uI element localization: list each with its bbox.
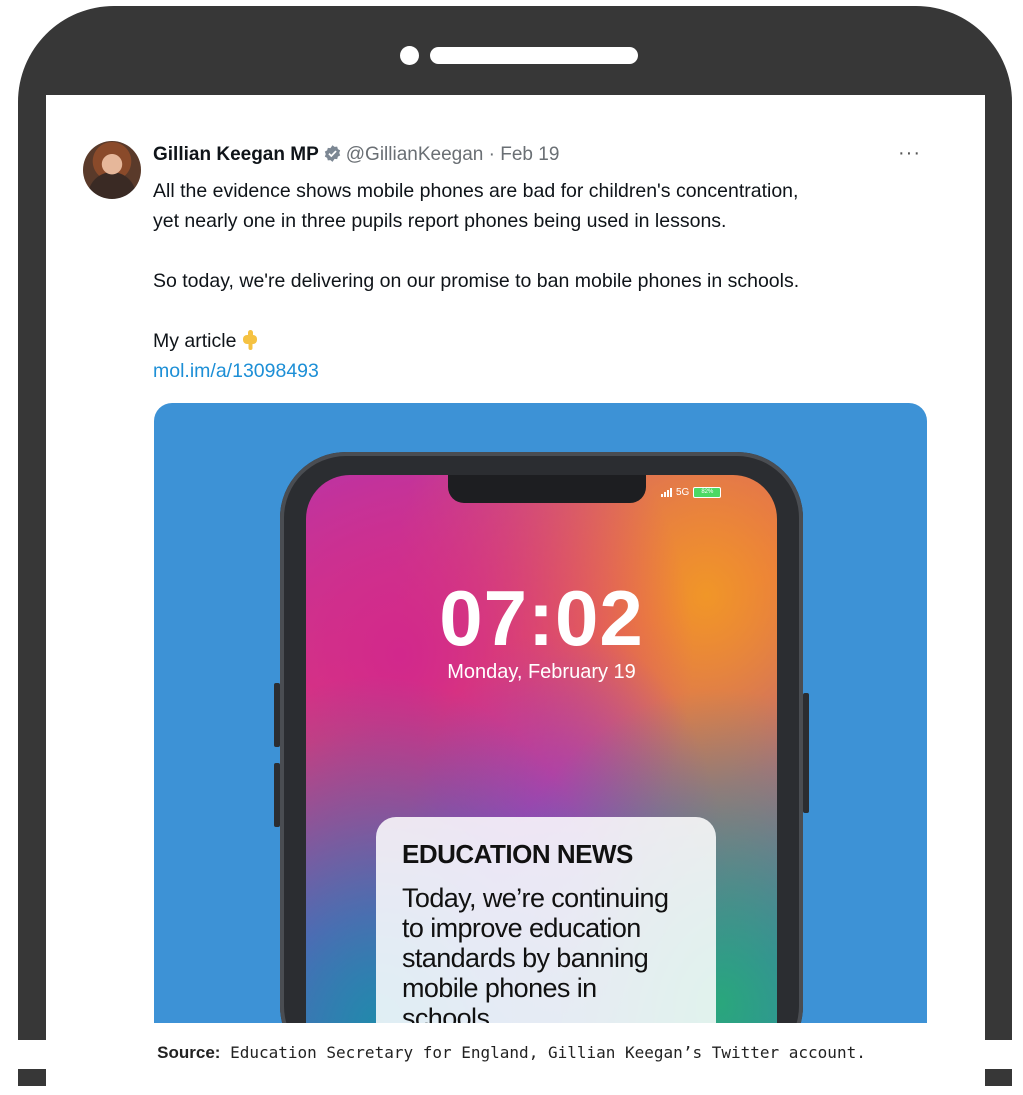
lock-screen-date: Monday, February 19 (447, 661, 636, 683)
notification-card: EDUCATION NEWS Today, we’re continuing t… (376, 817, 716, 1023)
display-name[interactable]: Gillian Keegan MP (153, 144, 319, 165)
tweet-header: Gillian Keegan MP @GillianKeegan · Feb 19 (153, 144, 933, 172)
source-label: Source: (157, 1043, 221, 1062)
tweet-line: yet nearly one in three pupils report ph… (153, 210, 727, 232)
tweet-date[interactable]: Feb 19 (500, 144, 559, 165)
source-text: Education Secretary for England, Gillian… (220, 1043, 866, 1062)
verified-badge-icon (324, 145, 340, 162)
tweet-text: All the evidence shows mobile phones are… (153, 176, 933, 386)
separator: · (488, 144, 495, 165)
article-label: My article (153, 330, 237, 352)
speaker-grille (430, 47, 638, 64)
network-label: 5G (676, 487, 690, 498)
battery-icon: 82% (693, 487, 722, 498)
more-options-button[interactable]: ··· (898, 142, 921, 165)
avatar[interactable] (83, 141, 141, 199)
notification-title: EDUCATION NEWS (402, 839, 633, 869)
tweet-line: All the evidence shows mobile phones are… (153, 180, 799, 202)
front-camera-dot (400, 46, 419, 65)
source-caption: Source: Education Secretary for England,… (0, 1040, 1023, 1069)
pointing-down-icon (243, 330, 258, 350)
notification-body: Today, we’re continuing to improve educa… (402, 883, 702, 1023)
notification-line: schools. (402, 1003, 497, 1023)
article-line: My article (153, 326, 933, 356)
notification-line: Today, we’re continuing (402, 883, 669, 913)
handle[interactable]: @GillianKeegan (346, 144, 484, 165)
lock-screen: 5G 82% 07:02 Monday, February 19 EDUCATI… (306, 475, 777, 1023)
tweet-line: So today, we're delivering on our promis… (153, 270, 800, 292)
phone-power-button (803, 693, 809, 813)
lock-screen-clock: 07:02 (439, 574, 644, 662)
phone-notch (448, 475, 646, 503)
notification-line: mobile phones in (402, 973, 597, 1003)
notification-line: standards by banning (402, 943, 649, 973)
status-bar: 5G 82% (661, 487, 722, 498)
signal-icon (661, 488, 672, 497)
article-link[interactable]: mol.im/a/13098493 (153, 360, 319, 382)
notification-line: to improve education (402, 913, 641, 943)
tweet-media-image[interactable]: 5G 82% 07:02 Monday, February 19 EDUCATI… (154, 403, 927, 1023)
